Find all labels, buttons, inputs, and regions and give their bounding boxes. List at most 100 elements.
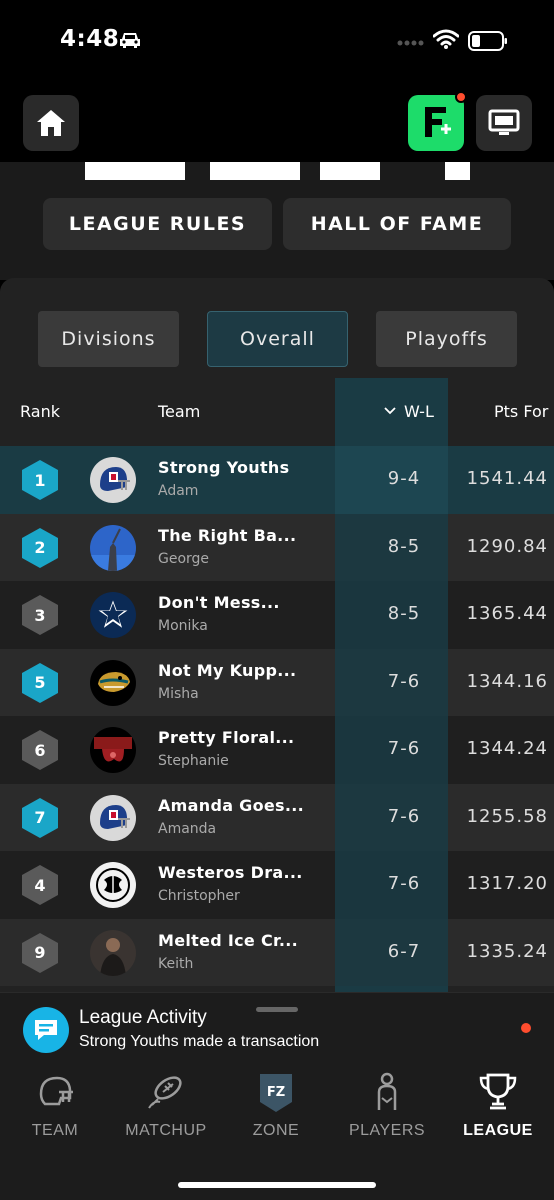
win-loss: 7-6 <box>387 805 421 827</box>
header-team[interactable]: Team <box>158 402 200 421</box>
rank-hexagon: 6 <box>19 729 61 771</box>
car-icon <box>120 33 140 48</box>
owner-name: George <box>158 550 210 567</box>
rank-hexagon: 4 <box>19 864 61 906</box>
svg-text:FZ: FZ <box>267 1085 285 1100</box>
nav-label: PLAYERS <box>348 1122 426 1139</box>
nav-label: LEAGUE <box>463 1122 533 1139</box>
notification-dot <box>455 91 467 103</box>
nav-label: TEAM <box>31 1122 79 1139</box>
owner-name: Misha <box>158 685 199 702</box>
header-rank[interactable]: Rank <box>20 402 60 421</box>
win-loss: 8-5 <box>387 603 421 624</box>
points-for: 1344.24 <box>466 738 548 759</box>
rank-number: 4 <box>34 875 46 895</box>
team-avatar[interactable] <box>90 727 136 773</box>
win-loss: 7-6 <box>387 873 421 894</box>
team-avatar[interactable] <box>90 862 136 908</box>
table-row[interactable]: 7 Amanda Goes... Amanda 7-6 1255.58 <box>0 783 554 851</box>
fz-shield-icon: FZ <box>260 1074 292 1112</box>
team-avatar[interactable] <box>90 794 136 841</box>
points-for: 1344.16 <box>466 670 548 692</box>
rank-number: 6 <box>34 740 46 760</box>
table-header: Rank Team W-L Pts For <box>0 388 554 436</box>
nav-league[interactable]: LEAGUE <box>443 1072 553 1142</box>
table-row[interactable]: 1 Strong Youths Adam 9-4 1541.44 <box>0 446 554 514</box>
rank-number: 3 <box>34 605 46 625</box>
owner-name: Adam <box>158 483 199 499</box>
bottom-navigation: TEAM MATCHUP FZ ZONE PLAYERS LEAGUE <box>0 1062 554 1200</box>
status-time: 4:48 <box>60 26 120 52</box>
owner-name: Christopher <box>158 888 240 904</box>
fantasy-plus-icon <box>425 107 451 137</box>
team-avatar[interactable] <box>90 457 136 503</box>
nav-zone[interactable]: FZ ZONE <box>221 1072 331 1142</box>
team-name[interactable]: Strong Youths <box>158 458 289 477</box>
league-activity-banner[interactable]: League Activity Strong Youths made a tra… <box>0 992 554 1062</box>
header-wl[interactable]: W-L <box>404 402 434 421</box>
rank-number: 9 <box>34 943 46 962</box>
top-app-bar <box>0 82 554 162</box>
points-for: 1290.84 <box>466 535 548 557</box>
chat-bubble-icon <box>23 1007 69 1053</box>
hall-of-fame-button[interactable]: HALL OF FAME <box>283 198 511 250</box>
nav-players[interactable]: PLAYERS <box>332 1072 442 1142</box>
standings-table: 1 Strong Youths Adam 9-4 1541.44 2 The Right B… <box>0 446 554 986</box>
tab-playoffs[interactable]: Playoffs <box>376 311 517 367</box>
nav-matchup[interactable]: MATCHUP <box>111 1072 221 1142</box>
helmet-icon <box>39 1076 73 1106</box>
rank-number: 1 <box>34 470 46 490</box>
team-avatar[interactable] <box>90 659 136 706</box>
rank-hexagon: 5 <box>19 662 61 704</box>
home-button[interactable] <box>23 95 79 151</box>
team-avatar[interactable] <box>90 524 136 571</box>
team-name[interactable]: Don't Mess... <box>158 593 280 612</box>
status-bar: 4:48 <box>0 0 554 82</box>
points-for: 1541.44 <box>466 468 548 489</box>
table-row[interactable]: 4 Westeros Dra... Christopher 7-6 1317.20 <box>0 851 554 919</box>
activity-subtitle: Strong Youths made a transaction <box>79 1033 320 1050</box>
rank-number: 7 <box>34 808 46 827</box>
battery-icon <box>468 31 507 51</box>
team-name[interactable]: Westeros Dra... <box>158 863 303 882</box>
points-for: 1365.44 <box>466 603 548 624</box>
unread-dot <box>521 1023 531 1033</box>
fantasy-plus-button[interactable] <box>408 95 464 151</box>
team-name[interactable]: Amanda Goes... <box>158 796 304 815</box>
rank-hexagon: 9 <box>19 932 61 974</box>
win-loss: 8-5 <box>387 535 421 557</box>
rank-number: 5 <box>34 673 46 692</box>
league-rules-button[interactable]: LEAGUE RULES <box>43 198 272 250</box>
tab-overall[interactable]: Overall <box>207 311 348 367</box>
nav-team[interactable]: TEAM <box>0 1072 110 1142</box>
home-indicator[interactable] <box>178 1182 376 1188</box>
table-row[interactable]: 5 Not My Kupp... Misha 7-6 1344.16 <box>0 648 554 716</box>
drag-handle[interactable] <box>256 1007 298 1012</box>
wifi-icon <box>433 29 459 49</box>
win-loss: 7-6 <box>387 738 421 759</box>
rank-hexagon: 1 <box>19 459 61 501</box>
signal-icon <box>397 40 424 46</box>
win-loss: 7-6 <box>387 670 421 692</box>
table-row[interactable]: 3 Don't Mess... Monika 8-5 1365.44 <box>0 581 554 649</box>
team-name[interactable]: Melted Ice Cr... <box>158 931 298 950</box>
table-row[interactable]: 6 Pretty Floral... Stephanie 7-6 1344.24 <box>0 716 554 784</box>
table-row[interactable]: 9 Melted Ice Cr... Keith 6-7 1335.24 <box>0 918 554 986</box>
player-icon <box>377 1072 397 1110</box>
team-name[interactable]: Pretty Floral... <box>158 728 294 747</box>
team-avatar[interactable] <box>90 592 136 638</box>
rank-number: 2 <box>34 538 46 557</box>
rank-hexagon: 3 <box>19 594 61 636</box>
tv-icon <box>488 109 520 135</box>
team-avatar[interactable] <box>90 929 136 976</box>
owner-name: Keith <box>158 955 194 972</box>
team-name[interactable]: Not My Kupp... <box>158 661 296 680</box>
chevron-down-icon <box>384 407 396 415</box>
table-row[interactable]: 2 The Right Ba... George 8-5 1290.84 <box>0 513 554 581</box>
team-name[interactable]: The Right Ba... <box>158 526 296 545</box>
header-pts-for[interactable]: Pts For <box>494 402 548 421</box>
nav-label: ZONE <box>252 1122 300 1139</box>
cast-screen-button[interactable] <box>476 95 532 151</box>
nav-label: MATCHUP <box>125 1122 207 1139</box>
tab-divisions[interactable]: Divisions <box>38 311 179 367</box>
